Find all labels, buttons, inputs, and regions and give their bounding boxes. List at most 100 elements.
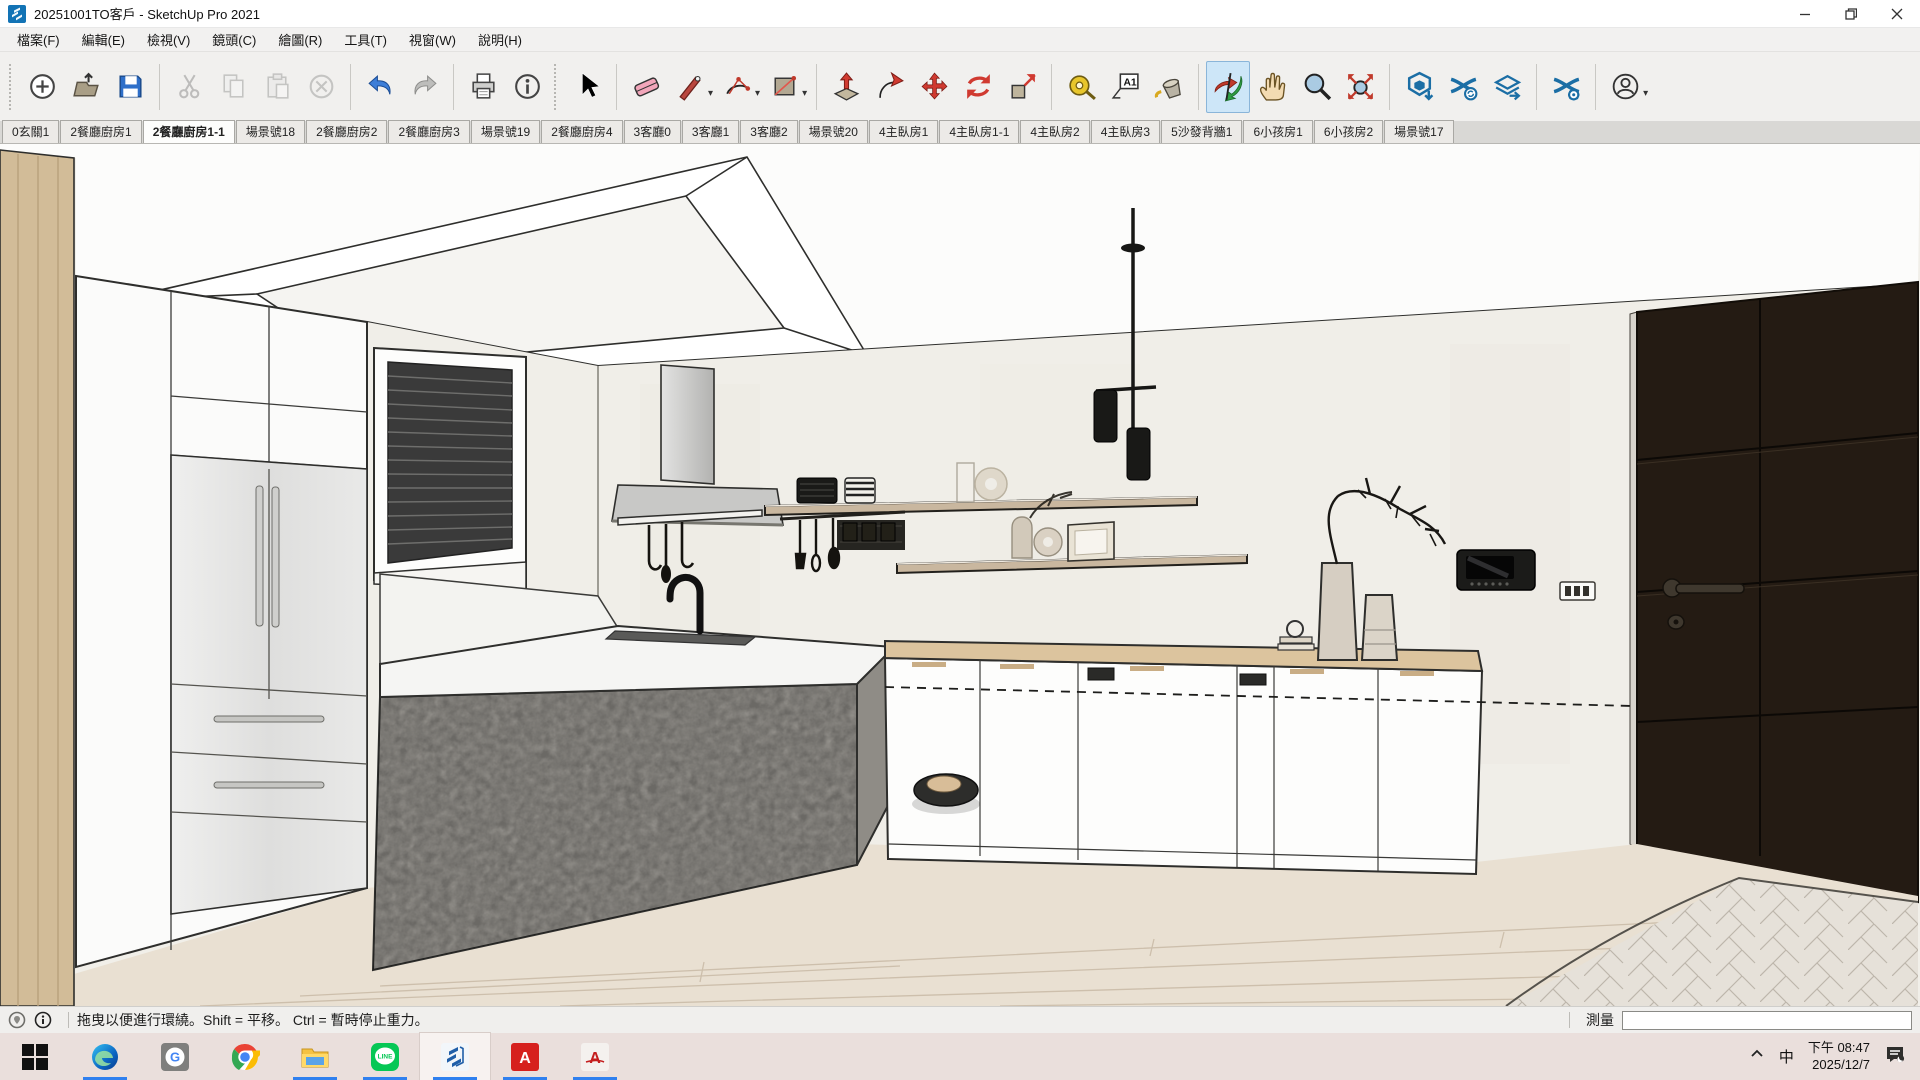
scene-tab[interactable]: 3客廳1 bbox=[682, 120, 739, 143]
entry-door[interactable] bbox=[1630, 282, 1918, 902]
redo-button[interactable] bbox=[402, 61, 446, 113]
chrome-icon[interactable] bbox=[210, 1033, 280, 1080]
geolocation-icon[interactable] bbox=[8, 1011, 26, 1029]
hidden-icons-chevron[interactable] bbox=[1749, 1046, 1765, 1067]
open-button[interactable] bbox=[64, 61, 108, 113]
scene-tab[interactable]: 2餐廳廚房1-1 bbox=[143, 120, 235, 143]
scene-tab[interactable]: 3客廳2 bbox=[740, 120, 797, 143]
dishwasher-control-strip[interactable] bbox=[1240, 674, 1266, 685]
scene-tab[interactable]: 4主臥房1 bbox=[869, 120, 938, 143]
paint-bucket-tool-button[interactable] bbox=[1147, 61, 1191, 113]
menu-item-2[interactable]: 檢視(V) bbox=[136, 28, 201, 51]
paste-button[interactable] bbox=[255, 61, 299, 113]
wall-control-panel[interactable] bbox=[1457, 550, 1535, 590]
follow-me-tool-button[interactable] bbox=[868, 61, 912, 113]
minimize-button[interactable] bbox=[1782, 0, 1828, 27]
acrobat-icon[interactable]: A bbox=[560, 1033, 630, 1080]
zoom-extents-tool-button[interactable] bbox=[1338, 61, 1382, 113]
taskbar-clock[interactable]: 下午 08:47 2025/12/7 bbox=[1808, 1040, 1870, 1074]
shape-tool-dropdown[interactable]: ▾ bbox=[802, 88, 807, 99]
close-button[interactable] bbox=[1874, 0, 1920, 27]
model-info-button[interactable] bbox=[505, 61, 549, 113]
scene-tab[interactable]: 4主臥房3 bbox=[1091, 120, 1160, 143]
adobe-icon[interactable]: A bbox=[490, 1033, 560, 1080]
scene-tab[interactable]: 場景號18 bbox=[236, 120, 305, 143]
cut-button[interactable] bbox=[167, 61, 211, 113]
copy-button[interactable] bbox=[211, 61, 255, 113]
viewport-3d-scene[interactable] bbox=[0, 144, 1920, 1006]
scene-tab[interactable]: 4主臥房2 bbox=[1020, 120, 1089, 143]
credits-icon[interactable] bbox=[34, 1011, 52, 1029]
line-tool-dropdown[interactable]: ▾ bbox=[708, 88, 713, 99]
menu-item-5[interactable]: 工具(T) bbox=[333, 28, 398, 51]
scene-tab[interactable]: 場景號19 bbox=[471, 120, 540, 143]
orbit-tool-button[interactable] bbox=[1206, 61, 1250, 113]
move-tool-button[interactable] bbox=[912, 61, 956, 113]
print-button[interactable] bbox=[461, 61, 505, 113]
select-tool-button[interactable] bbox=[565, 61, 609, 113]
light-switch[interactable] bbox=[1560, 582, 1595, 600]
scene-tab[interactable]: 2餐廳廚房3 bbox=[388, 120, 469, 143]
line-icon[interactable]: LINE bbox=[350, 1033, 420, 1080]
wood-wall-strip[interactable] bbox=[0, 150, 74, 1006]
toolbar-grip[interactable] bbox=[9, 64, 15, 110]
account-button[interactable] bbox=[1603, 61, 1647, 113]
menu-item-4[interactable]: 繪圖(R) bbox=[267, 28, 333, 51]
bim-import-button[interactable] bbox=[1397, 61, 1441, 113]
viewport[interactable] bbox=[0, 144, 1920, 1006]
scene-tab[interactable]: 2餐廳廚房1 bbox=[60, 120, 141, 143]
arc-tool-button[interactable] bbox=[715, 61, 759, 113]
pan-tool-button[interactable] bbox=[1250, 61, 1294, 113]
file-explorer-icon[interactable] bbox=[280, 1033, 350, 1080]
bim-settings-button[interactable] bbox=[1544, 61, 1588, 113]
bim-export-button[interactable] bbox=[1485, 61, 1529, 113]
scene-tabs-bar: 0玄關12餐廳廚房12餐廳廚房1-1場景號182餐廳廚房22餐廳廚房3場景號19… bbox=[0, 122, 1920, 144]
menu-item-7[interactable]: 說明(H) bbox=[467, 28, 533, 51]
sketchup-taskbar-icon[interactable] bbox=[420, 1033, 490, 1080]
menu-item-0[interactable]: 檔案(F) bbox=[6, 28, 71, 51]
menu-item-6[interactable]: 視窗(W) bbox=[398, 28, 467, 51]
arc-tool-dropdown[interactable]: ▾ bbox=[755, 88, 760, 99]
google-icon[interactable]: G bbox=[140, 1033, 210, 1080]
account-dropdown[interactable]: ▾ bbox=[1643, 88, 1648, 99]
undo-button[interactable] bbox=[358, 61, 402, 113]
scene-tab[interactable]: 5沙發背牆1 bbox=[1161, 120, 1242, 143]
window-blinds[interactable] bbox=[374, 348, 526, 590]
bim-sync-button[interactable] bbox=[1441, 61, 1485, 113]
ime-indicator[interactable]: 中 bbox=[1779, 1046, 1794, 1067]
base-cabinets[interactable] bbox=[885, 641, 1482, 874]
line-tool-button[interactable] bbox=[668, 61, 712, 113]
toolbar-grip-2[interactable] bbox=[554, 64, 560, 110]
scene-tab[interactable]: 6小孩房2 bbox=[1314, 120, 1383, 143]
scene-tab[interactable]: 4主臥房1-1 bbox=[939, 120, 1019, 143]
rotate-tool-button[interactable] bbox=[956, 61, 1000, 113]
spice-rack bbox=[837, 520, 905, 550]
measurement-input[interactable] bbox=[1622, 1011, 1912, 1030]
robot-vacuum[interactable] bbox=[912, 774, 980, 814]
scene-tab[interactable]: 場景號20 bbox=[799, 120, 868, 143]
scene-tab[interactable]: 場景號17 bbox=[1384, 120, 1453, 143]
text-tool-button[interactable]: A1 bbox=[1103, 61, 1147, 113]
eraser-tool-button[interactable] bbox=[624, 61, 668, 113]
restore-button[interactable] bbox=[1828, 0, 1874, 27]
edge-icon[interactable] bbox=[70, 1033, 140, 1080]
scale-tool-button[interactable] bbox=[1000, 61, 1044, 113]
zoom-tool-button[interactable] bbox=[1294, 61, 1338, 113]
cancel-button[interactable] bbox=[299, 61, 343, 113]
oven-control-strip[interactable] bbox=[1088, 668, 1114, 680]
save-button[interactable] bbox=[108, 61, 152, 113]
tall-cabinets-and-fridge[interactable] bbox=[76, 276, 367, 967]
menu-item-3[interactable]: 鏡頭(C) bbox=[201, 28, 267, 51]
scene-tab[interactable]: 2餐廳廚房2 bbox=[306, 120, 387, 143]
notification-center-icon[interactable] bbox=[1884, 1043, 1906, 1070]
scene-tab[interactable]: 6小孩房1 bbox=[1243, 120, 1312, 143]
scene-tab[interactable]: 3客廳0 bbox=[624, 120, 681, 143]
shape-tool-button[interactable] bbox=[762, 61, 806, 113]
menu-item-1[interactable]: 編輯(E) bbox=[71, 28, 136, 51]
scene-tab[interactable]: 2餐廳廚房4 bbox=[541, 120, 622, 143]
push-pull-tool-button[interactable] bbox=[824, 61, 868, 113]
tape-measure-tool-button[interactable] bbox=[1059, 61, 1103, 113]
scene-tab[interactable]: 0玄關1 bbox=[2, 120, 59, 143]
new-button[interactable] bbox=[20, 61, 64, 113]
start-button[interactable] bbox=[0, 1033, 70, 1080]
